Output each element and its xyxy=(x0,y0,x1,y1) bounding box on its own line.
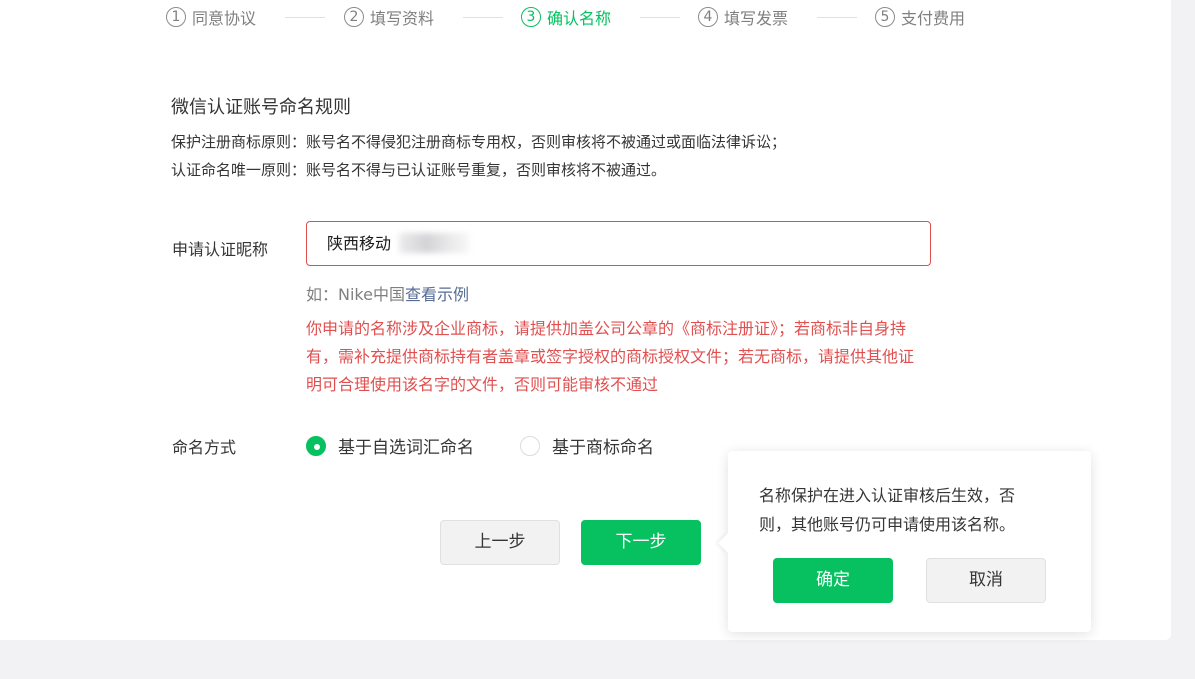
step-separator xyxy=(285,17,325,18)
radio-unchecked-icon xyxy=(520,435,540,456)
step-1-number: 1 xyxy=(166,7,186,27)
step-progress: 1 同意协议 2 填写资料 3 确认名称 4 填写发票 5 支付费用 xyxy=(166,6,1066,28)
redacted-text-blur xyxy=(399,233,469,253)
step-3-number: 3 xyxy=(521,7,541,27)
step-5: 5 支付费用 xyxy=(875,6,965,28)
nickname-hint: 如：Nike中国查看示例 xyxy=(306,281,469,305)
step-separator xyxy=(640,17,680,18)
step-4: 4 填写发票 xyxy=(698,6,788,28)
warning-line: 你申请的名称涉及企业商标，请提供加盖公司公章的《商标注册证》；若商标非自身持 xyxy=(306,319,907,338)
step-5-label: 支付费用 xyxy=(901,9,966,28)
warning-line: 明可合理使用该名字的文件，否则可能审核不通过 xyxy=(306,375,659,394)
step-4-number: 4 xyxy=(698,7,718,27)
rule-trademark: 保护注册商标原则：账号名不得侵犯注册商标专用权，否则审核将不被通过或面临法律诉讼… xyxy=(171,133,787,151)
popover-message-line: 则，其他账号仍可申请使用该名称。 xyxy=(759,515,1016,534)
step-2-number: 2 xyxy=(344,7,364,27)
rule-unique: 认证命名唯一原则：账号名不得与已认证账号重复，否则审核将不被通过。 xyxy=(171,161,667,179)
naming-method-label: 命名方式 xyxy=(172,438,237,457)
popover-cancel-button[interactable]: 取消 xyxy=(926,558,1046,603)
step-3: 3 确认名称 xyxy=(521,6,611,28)
step-2-label: 填写资料 xyxy=(370,9,435,28)
step-separator xyxy=(463,17,503,18)
prev-step-button[interactable]: 上一步 xyxy=(440,520,560,565)
next-step-button[interactable]: 下一步 xyxy=(581,520,701,565)
radio-checked-icon xyxy=(306,435,326,456)
step-3-label: 确认名称 xyxy=(547,9,612,28)
radio-trademark[interactable]: 基于商标命名 xyxy=(520,433,654,458)
radio-custom-words[interactable]: 基于自选词汇命名 xyxy=(306,433,474,458)
trademark-warning: 你申请的名称涉及企业商标，请提供加盖公司公章的《商标注册证》；若商标非自身持 有… xyxy=(306,315,978,399)
nickname-value: 陕西移动 xyxy=(327,234,392,253)
nickname-label: 申请认证昵称 xyxy=(172,240,269,259)
step-4-label: 填写发票 xyxy=(724,9,789,28)
popover-message-line: 名称保护在进入认证审核后生效，否 xyxy=(759,486,1016,505)
radio-trademark-label: 基于商标命名 xyxy=(552,438,654,458)
warning-line: 有，需补充提供商标持有者盖章或签字授权的商标授权文件；若无商标，请提供其他证 xyxy=(306,347,915,366)
step-2: 2 填写资料 xyxy=(344,6,434,28)
hint-example-text: 如：Nike中国 xyxy=(306,285,405,304)
view-example-link[interactable]: 查看示例 xyxy=(405,285,469,304)
popover-message: 名称保护在进入认证审核后生效，否 则，其他账号仍可申请使用该名称。 xyxy=(759,481,1059,539)
step-1: 1 同意协议 xyxy=(166,6,256,28)
popover-confirm-button[interactable]: 确定 xyxy=(773,558,893,603)
step-1-label: 同意协议 xyxy=(192,9,257,28)
step-5-number: 5 xyxy=(875,7,895,27)
name-protection-popover: 名称保护在进入认证审核后生效，否 则，其他账号仍可申请使用该名称。 确定 取消 xyxy=(718,451,1091,632)
step-separator xyxy=(817,17,857,18)
naming-rules-title: 微信认证账号命名规则 xyxy=(171,97,351,118)
radio-custom-words-label: 基于自选词汇命名 xyxy=(338,438,474,458)
